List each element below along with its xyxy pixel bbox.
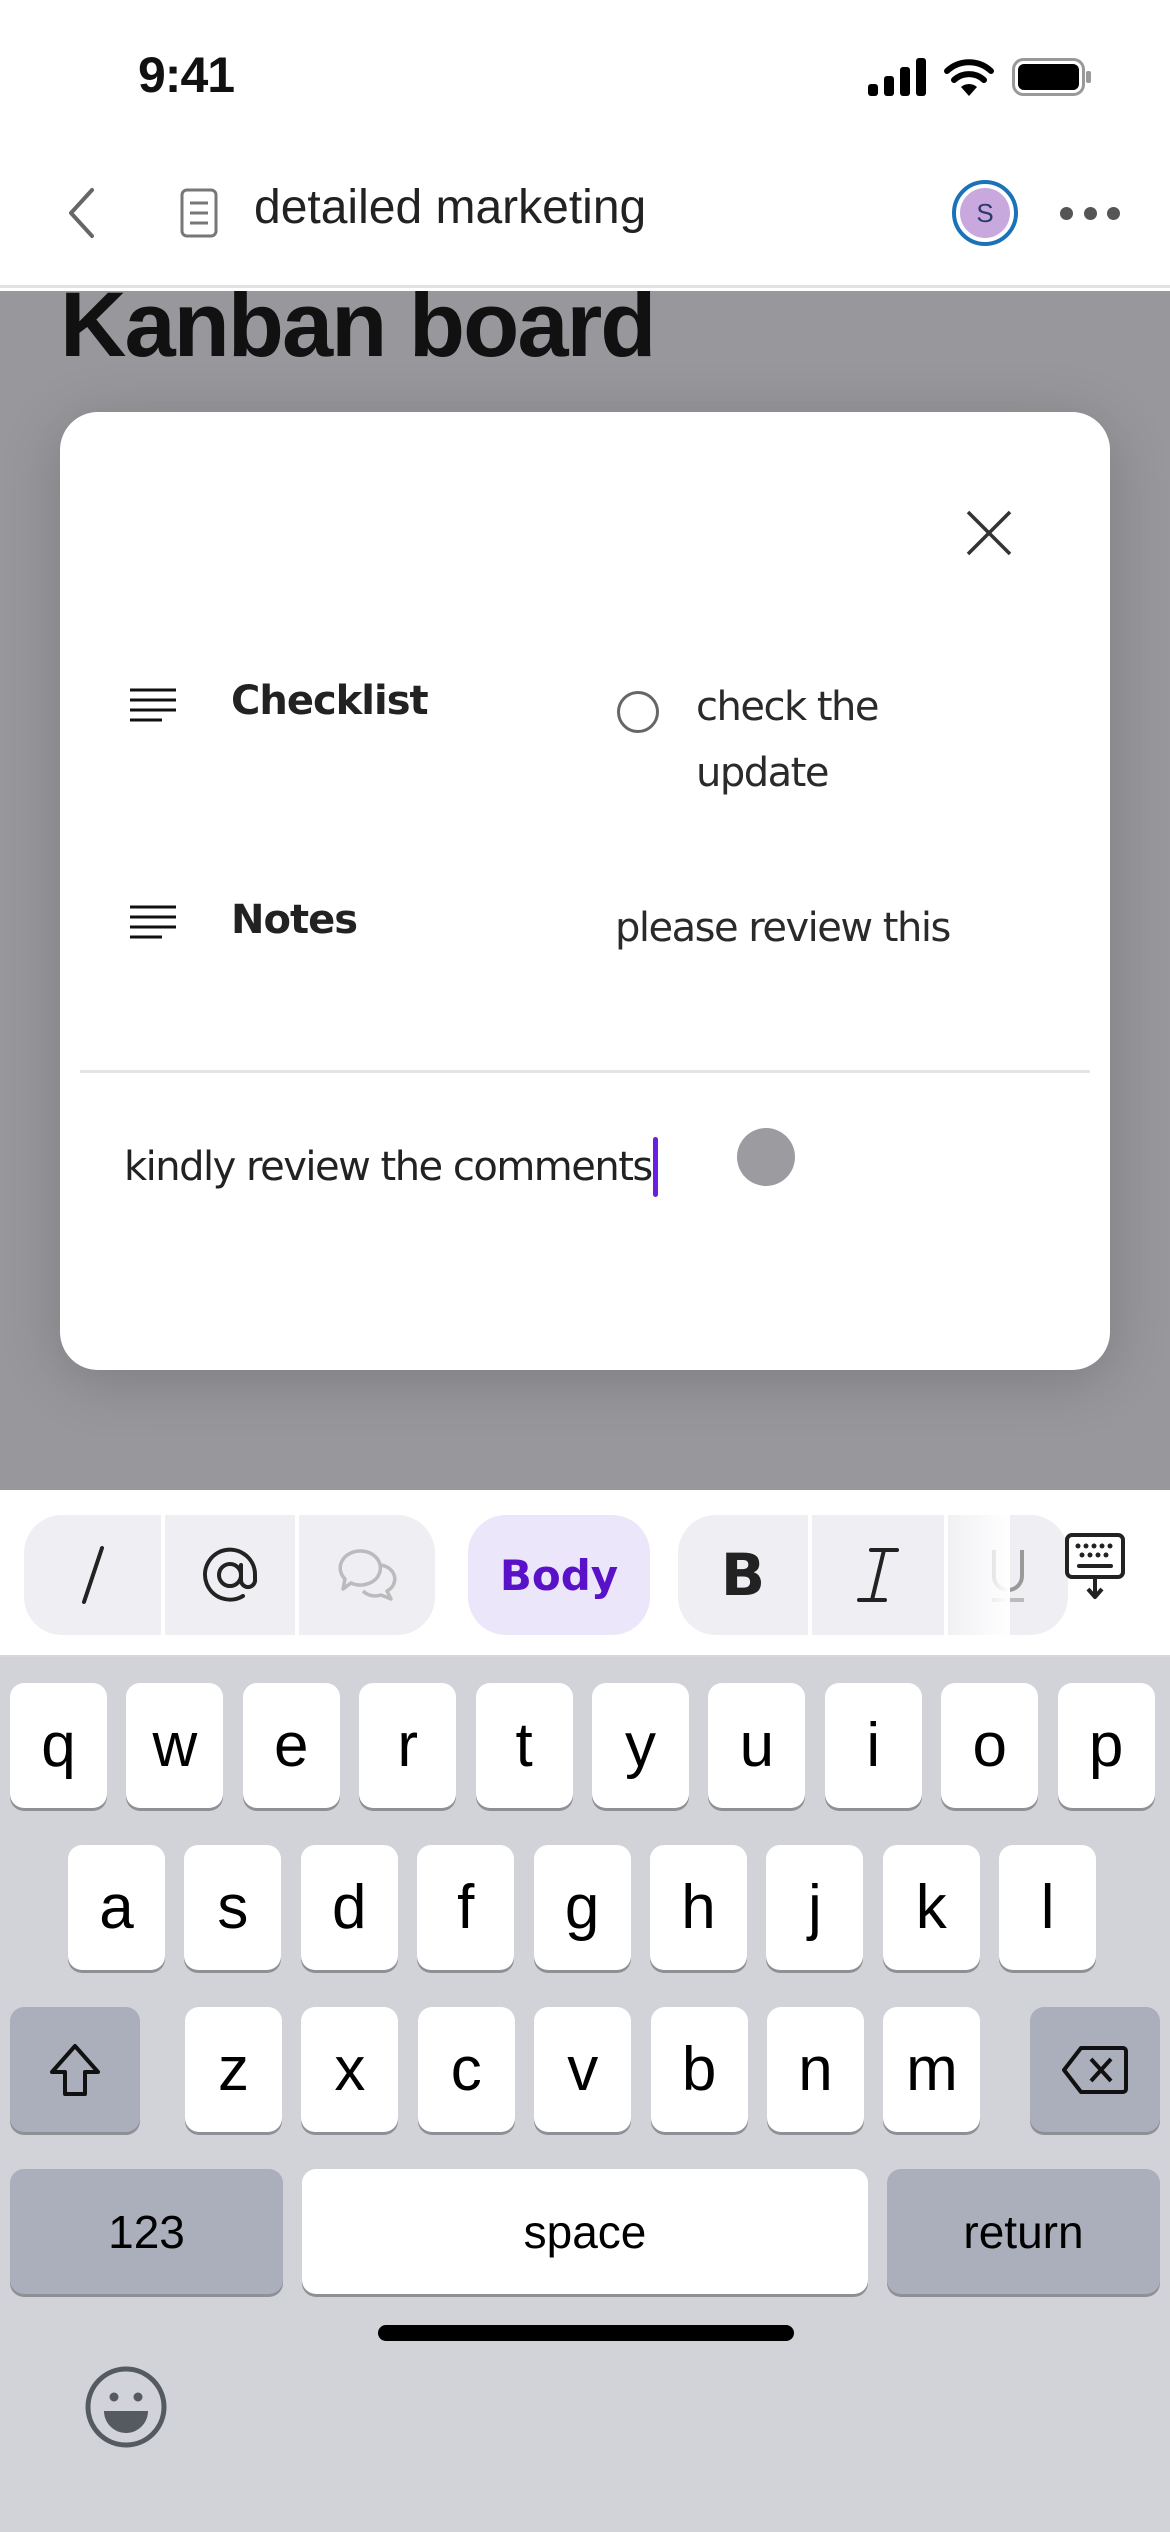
emoji-icon xyxy=(85,2366,167,2448)
key-u[interactable]: u xyxy=(708,1683,806,1808)
property-label-checklist: Checklist xyxy=(231,678,429,724)
touch-indicator xyxy=(737,1128,795,1186)
slash-icon xyxy=(81,1546,104,1604)
document-icon xyxy=(180,188,218,238)
keyboard-dismiss-icon xyxy=(1065,1533,1125,1599)
key-g[interactable]: g xyxy=(533,1845,631,1970)
key-r[interactable]: r xyxy=(359,1683,457,1808)
key-z[interactable]: z xyxy=(185,2007,282,2132)
backspace-icon xyxy=(1062,2045,1128,2094)
ellipsis-icon xyxy=(1060,206,1073,220)
card-detail-modal: Checklist check the update Notes please … xyxy=(60,412,1110,1370)
key-p[interactable]: p xyxy=(1057,1683,1155,1808)
italic-button[interactable] xyxy=(812,1515,944,1635)
document-title[interactable]: detailed marketing xyxy=(254,180,646,235)
return-key[interactable]: return xyxy=(887,2169,1160,2294)
insert-group xyxy=(24,1515,435,1635)
comment-button[interactable] xyxy=(299,1515,435,1635)
bold-button[interactable]: B xyxy=(678,1515,808,1635)
key-b[interactable]: b xyxy=(650,2007,748,2132)
italic-icon xyxy=(857,1548,899,1602)
key-j[interactable]: j xyxy=(766,1845,864,1970)
wifi-icon xyxy=(944,59,994,96)
key-o[interactable]: o xyxy=(941,1683,1039,1808)
key-d[interactable]: d xyxy=(300,1845,398,1970)
key-x[interactable]: x xyxy=(301,2007,399,2132)
comment-text: kindly review the comments xyxy=(124,1144,653,1190)
shift-key[interactable] xyxy=(10,2007,140,2132)
key-t[interactable]: t xyxy=(475,1683,573,1808)
more-options-button[interactable] xyxy=(1060,198,1120,228)
comments-icon xyxy=(338,1549,397,1601)
toolbar-scroll-fade xyxy=(940,1515,1010,1635)
key-l[interactable]: l xyxy=(999,1845,1097,1970)
shift-icon xyxy=(50,2043,100,2096)
formatting-toolbar: Body B xyxy=(0,1490,1170,1657)
key-h[interactable]: h xyxy=(650,1845,747,1970)
key-m[interactable]: m xyxy=(883,2007,981,2132)
battery-icon xyxy=(1012,58,1091,96)
keyboard: qwertyuiop asdfghjkl zxcvbnm 123 space r… xyxy=(0,1657,1170,2532)
status-icons xyxy=(868,58,1092,96)
chevron-left-icon xyxy=(69,188,94,238)
avatar: S xyxy=(960,188,1010,238)
page-title: Kanban board xyxy=(60,291,656,376)
text-caret xyxy=(652,1137,658,1197)
property-label-notes: Notes xyxy=(231,897,358,943)
key-w[interactable]: w xyxy=(126,1683,224,1808)
back-button[interactable] xyxy=(56,180,106,246)
dismiss-keyboard-button[interactable] xyxy=(1064,1532,1126,1602)
space-key[interactable]: space xyxy=(302,2169,868,2294)
key-i[interactable]: i xyxy=(824,1683,922,1808)
key-f[interactable]: f xyxy=(417,1845,515,1970)
comment-input[interactable]: kindly review the comments xyxy=(124,1132,658,1202)
key-e[interactable]: e xyxy=(242,1683,340,1808)
notes-value[interactable]: please review this xyxy=(615,895,1035,961)
nav-bar: detailed marketing S xyxy=(0,140,1170,288)
avatar-button[interactable]: S xyxy=(952,180,1018,246)
text-lines-icon xyxy=(130,688,176,722)
checklist-item-text[interactable]: check the update xyxy=(696,674,956,806)
ellipsis-dot xyxy=(1083,206,1097,220)
text-style-button[interactable]: Body xyxy=(468,1515,650,1635)
key-c[interactable]: c xyxy=(417,2007,515,2132)
delete-key[interactable] xyxy=(1030,2007,1160,2132)
key-y[interactable]: y xyxy=(592,1683,689,1808)
key-v[interactable]: v xyxy=(534,2007,632,2132)
key-s[interactable]: s xyxy=(184,1845,282,1970)
numbers-key[interactable]: 123 xyxy=(10,2169,283,2294)
key-a[interactable]: a xyxy=(68,1845,165,1970)
mention-button[interactable] xyxy=(165,1515,295,1635)
status-time: 9:41 xyxy=(138,47,235,103)
close-button[interactable] xyxy=(960,504,1018,562)
ellipsis-dot xyxy=(1107,206,1120,220)
key-q[interactable]: q xyxy=(10,1683,107,1808)
text-lines-icon xyxy=(130,905,176,939)
slash-command-button[interactable] xyxy=(24,1515,161,1635)
home-indicator xyxy=(378,2325,794,2341)
key-n[interactable]: n xyxy=(767,2007,864,2132)
checklist-checkbox[interactable] xyxy=(617,691,659,733)
at-icon xyxy=(203,1547,258,1602)
cellular-signal-icon xyxy=(868,58,926,96)
key-k[interactable]: k xyxy=(882,1845,980,1970)
status-bar: 9:41 xyxy=(0,0,1170,140)
divider xyxy=(80,1070,1090,1073)
close-icon xyxy=(966,510,1012,556)
emoji-button[interactable] xyxy=(84,2365,168,2449)
